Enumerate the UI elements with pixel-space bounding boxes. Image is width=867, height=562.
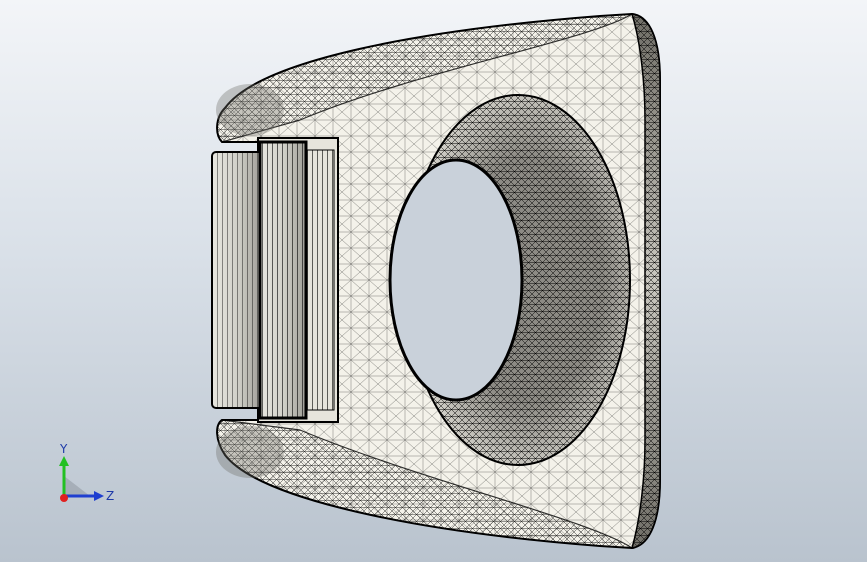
orientation-triad[interactable]: Y Z	[50, 440, 120, 510]
triad-z-arrow-icon	[94, 491, 104, 501]
triad-plane-icon	[64, 476, 90, 496]
slot-inner	[303, 149, 335, 411]
center-hole	[388, 158, 524, 402]
roller-left-mesh	[212, 152, 262, 408]
triad-x-axis-dot	[60, 494, 68, 502]
triad-y-arrow-icon	[59, 456, 69, 466]
bottom-lobe	[216, 426, 284, 478]
mesh-model[interactable]	[0, 0, 867, 562]
graphics-viewport[interactable]: Y Z	[0, 0, 867, 562]
triad-z-label: Z	[106, 489, 114, 503]
triad-y-label: Y	[59, 442, 68, 456]
roller-right-mesh	[260, 142, 306, 418]
top-lobe	[216, 84, 284, 136]
